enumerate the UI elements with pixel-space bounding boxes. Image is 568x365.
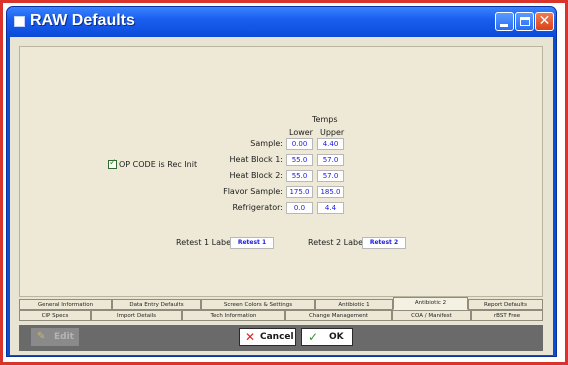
- ok-check-icon: ✓: [308, 330, 319, 344]
- heat-block-2-lower-field[interactable]: 55.0: [286, 170, 313, 182]
- temps-heading: Temps: [312, 115, 338, 124]
- antibiotic-2-panel: ✓ OP CODE is Rec Init Temps Lower Upper …: [19, 46, 543, 297]
- heat-block-1-lower-field[interactable]: 55.0: [286, 154, 313, 166]
- close-button[interactable]: ✕: [535, 12, 554, 31]
- refrigerator-upper-field[interactable]: 4.4: [317, 202, 344, 214]
- retest-2-label: Retest 2 Label:: [308, 238, 368, 247]
- tab-tech-information[interactable]: Tech Information: [182, 310, 285, 321]
- sample-label: Sample:: [250, 139, 283, 148]
- tab-cip-specs[interactable]: CIP Specs: [19, 310, 91, 321]
- retest-2-field[interactable]: Retest 2: [362, 237, 406, 249]
- title-bar[interactable]: RAW Defaults ✕: [7, 7, 556, 37]
- edit-pencil-icon: ✎: [37, 331, 46, 342]
- upper-column-header: Upper: [320, 128, 345, 137]
- ok-button-label: OK: [329, 332, 344, 342]
- tab-general-information[interactable]: General Information: [19, 299, 112, 310]
- tab-import-details[interactable]: Import Details: [91, 310, 182, 321]
- tab-coa-manifest[interactable]: COA / Manifest: [392, 310, 471, 321]
- tab-rbst-free[interactable]: rBST Free: [471, 310, 543, 321]
- op-code-checkbox[interactable]: ✓: [108, 158, 117, 169]
- cancel-button[interactable]: ✕ Cancel: [239, 328, 296, 346]
- tab-strip: General Information Data Entry Defaults …: [19, 297, 543, 323]
- retest-1-field[interactable]: Retest 1: [230, 237, 274, 249]
- refrigerator-label: Refrigerator:: [232, 203, 283, 212]
- close-icon: ✕: [538, 13, 551, 29]
- tab-antibiotic-1[interactable]: Antibiotic 1: [315, 299, 393, 310]
- flavor-sample-label: Flavor Sample:: [223, 187, 283, 196]
- flavor-sample-lower-field[interactable]: 175.0: [286, 186, 313, 198]
- edit-button[interactable]: ✎ Edit: [31, 328, 79, 346]
- heat-block-2-label: Heat Block 2:: [229, 171, 283, 180]
- cancel-x-icon: ✕: [245, 330, 256, 344]
- button-bar: ✎ Edit ✕ Cancel ✓ OK: [19, 325, 543, 351]
- heat-block-1-upper-field[interactable]: 57.0: [317, 154, 344, 166]
- maximize-icon: [520, 17, 530, 26]
- ok-button[interactable]: ✓ OK: [301, 328, 353, 346]
- sample-lower-field[interactable]: 0.00: [286, 138, 313, 150]
- window-icon: [14, 16, 25, 27]
- retest-1-label: Retest 1 Label:: [176, 238, 236, 247]
- op-code-checkbox-label: OP CODE is Rec Init: [119, 160, 198, 169]
- heat-block-2-upper-field[interactable]: 57.0: [317, 170, 344, 182]
- cancel-button-label: Cancel: [260, 332, 294, 342]
- refrigerator-lower-field[interactable]: 0.0: [286, 202, 313, 214]
- tab-screen-colors-settings[interactable]: Screen Colors & Settings: [201, 299, 315, 310]
- edit-button-label: Edit: [54, 332, 74, 342]
- maximize-button[interactable]: [515, 12, 534, 31]
- window-title: RAW Defaults: [30, 12, 135, 29]
- flavor-sample-upper-field[interactable]: 185.0: [317, 186, 344, 198]
- sample-upper-field[interactable]: 4.40: [317, 138, 344, 150]
- minimize-button[interactable]: [495, 12, 514, 31]
- lower-column-header: Lower: [289, 128, 313, 137]
- tab-change-management[interactable]: Change Management: [285, 310, 392, 321]
- minimize-icon: [500, 24, 508, 27]
- checkmark-icon: ✓: [109, 158, 117, 168]
- heat-block-1-label: Heat Block 1:: [229, 155, 283, 164]
- tab-data-entry-defaults[interactable]: Data Entry Defaults: [112, 299, 201, 310]
- dialog-client-area: ✓ OP CODE is Rec Init Temps Lower Upper …: [10, 37, 553, 355]
- tab-report-defaults[interactable]: Report Defaults: [468, 299, 543, 310]
- tab-antibiotic-2[interactable]: Antibiotic 2: [393, 297, 468, 310]
- dialog-window: RAW Defaults ✕ ✓ OP CODE is Rec Init Tem…: [6, 6, 557, 357]
